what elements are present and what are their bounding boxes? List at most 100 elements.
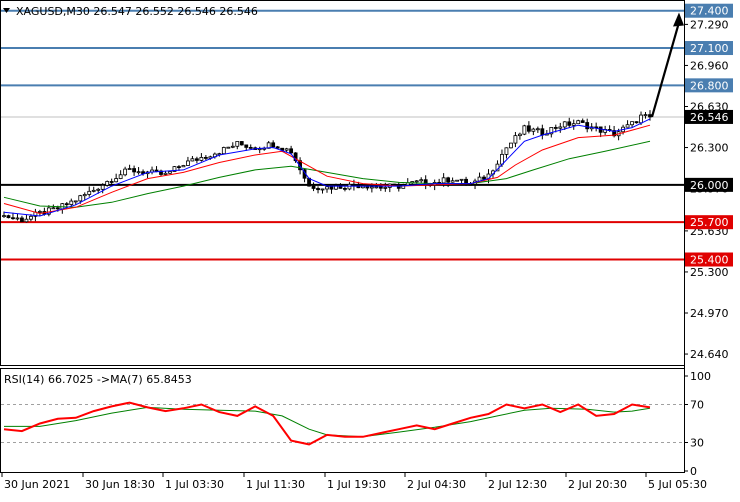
candle-body: [630, 121, 634, 126]
candle-body: [181, 165, 186, 168]
candle-body: [60, 203, 65, 210]
candle-body: [91, 189, 96, 192]
candle-body: [37, 211, 42, 213]
price-axis-label: 24.640: [690, 348, 729, 361]
candle-body: [392, 183, 397, 186]
time-axis-label: 2 Jul 12:30: [488, 478, 547, 491]
candle-body: [271, 142, 276, 148]
candle-body: [248, 146, 253, 149]
candle-body: [195, 158, 199, 161]
price-axis-label: 25.300: [690, 266, 729, 279]
rsi-axis-label: 70: [690, 399, 704, 412]
horizontal-levels: [1, 9, 684, 261]
price-tag-label: 27.100: [690, 42, 729, 55]
candle-body: [459, 178, 464, 181]
candle-body: [482, 176, 486, 180]
candle-body: [123, 168, 128, 176]
projection-arrow-head: [673, 12, 684, 27]
chart-canvas: 27.29026.96026.63026.30025.97025.63025.3…: [0, 0, 733, 491]
price-tags: 27.400 27.100 26.800 26.000 25.700 25.400 26.5…: [685, 3, 733, 267]
candle-body: [51, 207, 56, 210]
candle-body: [558, 126, 563, 129]
candle-body: [567, 121, 572, 126]
candle-body: [20, 217, 24, 223]
candle-body: [11, 217, 15, 220]
projection-arrow: [650, 12, 684, 118]
candle-body: [535, 128, 540, 131]
candle-body: [329, 186, 334, 190]
candle-body: [311, 185, 316, 189]
candle-body: [369, 186, 374, 189]
candle-body: [383, 186, 388, 189]
candle-body: [509, 142, 513, 149]
projection-arrow-line: [650, 22, 681, 118]
candle-body: [132, 168, 136, 173]
candle-body: [73, 200, 78, 203]
price-tag-label: 26.546: [690, 111, 729, 124]
candle-body: [114, 178, 119, 183]
candle-body: [562, 121, 567, 128]
price-tag-label: 25.700: [690, 216, 729, 229]
rsi-header: RSI(14) 66.7025 ->MA(7) 65.8453: [4, 373, 192, 386]
candle-body: [100, 184, 105, 190]
candle-body: [585, 122, 590, 130]
candle-body: [109, 181, 114, 183]
ma-mid-line: [3, 124, 651, 215]
candle-body: [414, 180, 419, 183]
candle-body: [136, 171, 141, 174]
candle-body: [163, 172, 168, 175]
candle-body: [289, 148, 294, 154]
candle-body: [468, 183, 473, 186]
candle-body: [190, 158, 195, 162]
rsi-axis-label: 100: [690, 370, 711, 383]
time-axis-label: 2 Jul 04:30: [407, 478, 466, 491]
candle-body: [450, 180, 455, 183]
candle-body: [576, 120, 581, 125]
symbol-header: XAGUSD,M30 26.547 26.552 26.546 26.546: [16, 5, 258, 18]
candle-body: [177, 166, 181, 169]
candle-body: [378, 186, 383, 189]
price-axis-label: 27.290: [690, 18, 729, 31]
candle-body: [513, 135, 518, 144]
price-axis-label: 26.300: [690, 142, 729, 155]
price-pane-frame: [0, 0, 685, 366]
candle-body: [239, 141, 244, 146]
candle-body: [2, 215, 6, 218]
time-axis-label: 1 Jul 03:30: [165, 478, 224, 491]
candle-body: [526, 125, 531, 132]
candle-body: [118, 174, 123, 179]
rsi-indicator: 100 70 30 0: [1, 370, 711, 478]
price-axis-label: 24.970: [690, 307, 729, 320]
candle-body: [284, 148, 289, 151]
candle-body: [625, 124, 630, 128]
candle-body: [275, 146, 280, 149]
candle-body: [154, 169, 159, 172]
candle-body: [522, 125, 527, 135]
candle-body: [87, 190, 92, 195]
candle-body: [441, 177, 446, 184]
candle-body: [455, 179, 459, 182]
price-tag-label: 26.000: [690, 179, 729, 192]
candles: [2, 110, 652, 223]
candle-body: [127, 168, 132, 170]
candle-body: [244, 144, 249, 148]
candle-body: [347, 183, 352, 190]
time-axis-label: 30 Jun 18:30: [85, 478, 155, 491]
rsi-ma-line: [4, 406, 651, 438]
candle-body: [199, 157, 204, 161]
candle-body: [203, 157, 208, 159]
candle-body: [230, 145, 235, 148]
chart-window: 27.29026.96026.63026.30025.97025.63025.3…: [0, 0, 740, 498]
candle-body: [446, 177, 451, 183]
time-axis-label: 2 Jul 20:30: [568, 478, 627, 491]
candle-body: [105, 181, 110, 186]
candle-body: [186, 160, 190, 166]
candle-body: [504, 147, 509, 155]
candle-body: [221, 147, 226, 155]
time-axis-label: 1 Jul 19:30: [327, 478, 386, 491]
candle-body: [419, 179, 424, 182]
candle-body: [343, 187, 347, 190]
candle-body: [24, 218, 29, 223]
candle-body: [64, 203, 69, 206]
candle-body: [643, 114, 648, 117]
